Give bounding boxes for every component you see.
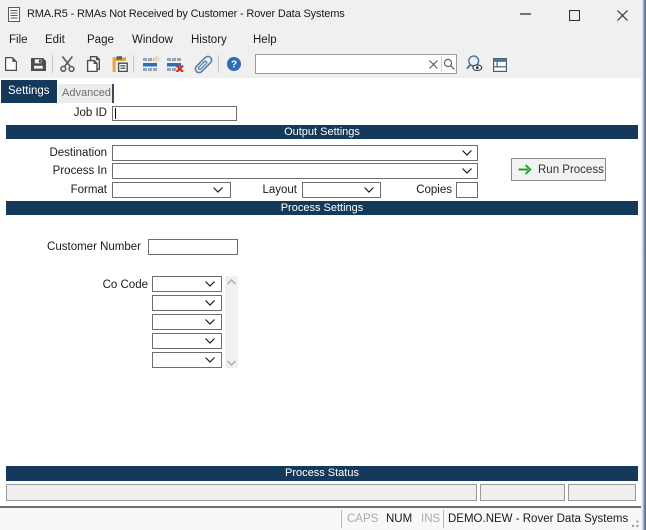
svg-text:?: ? [231, 60, 237, 71]
